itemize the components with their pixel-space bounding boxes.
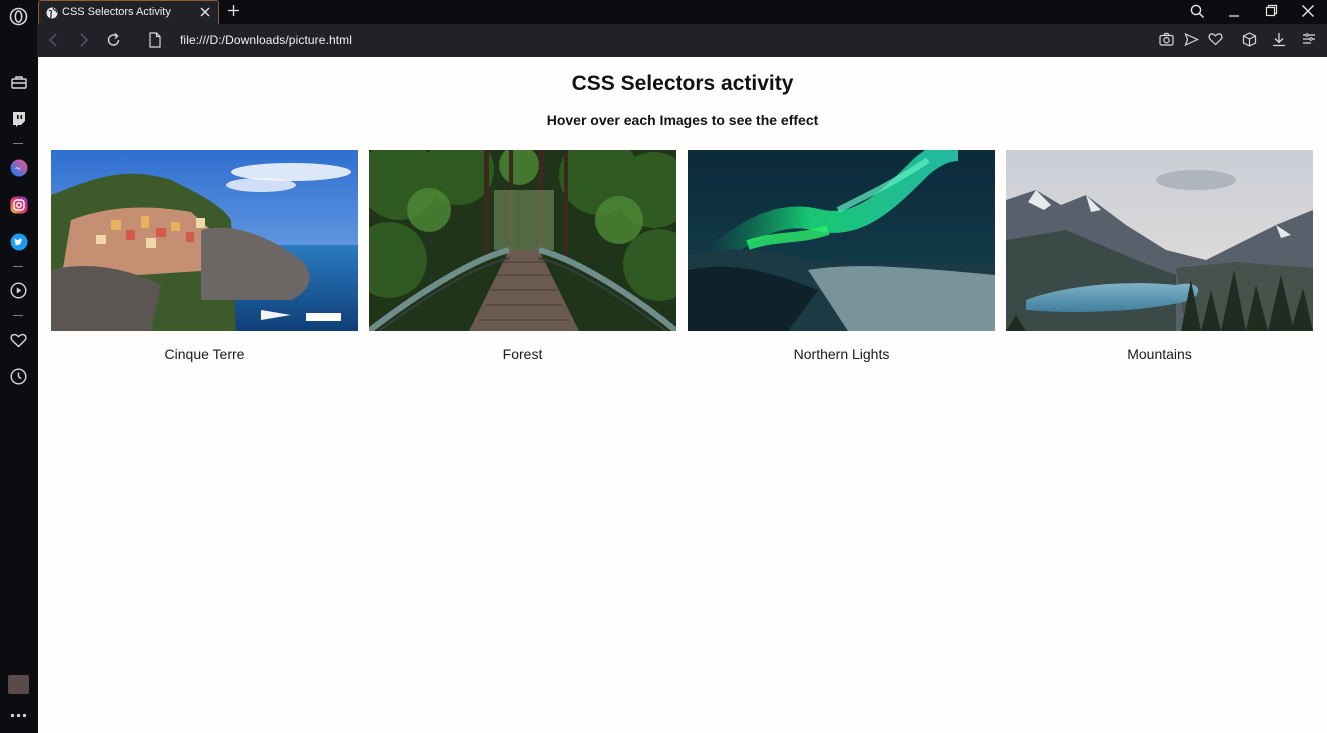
- minimize-icon[interactable]: [1228, 4, 1240, 23]
- gallery-card-cinque-terre[interactable]: Cinque Terre: [51, 150, 358, 362]
- close-window-icon[interactable]: [1301, 4, 1315, 23]
- cinque-terre-image[interactable]: [51, 150, 358, 331]
- northern-lights-image[interactable]: [688, 150, 995, 331]
- extension-icon[interactable]: [8, 674, 29, 695]
- snapshot-icon[interactable]: [1159, 32, 1174, 52]
- image-caption: Northern Lights: [793, 346, 890, 362]
- search-tabs-icon[interactable]: [1190, 4, 1205, 24]
- browser-sidebar: [0, 0, 37, 733]
- web-page: CSS Selectors activity Hover over each I…: [38, 57, 1327, 733]
- tab-css-selectors-activity[interactable]: CSS Selectors Activity: [38, 0, 219, 24]
- download-icon[interactable]: [1272, 32, 1286, 52]
- back-icon[interactable]: [47, 32, 61, 53]
- gallery-card-northern-lights[interactable]: Northern Lights: [688, 150, 995, 362]
- history-icon[interactable]: [9, 367, 28, 386]
- forward-icon[interactable]: [76, 32, 90, 53]
- new-tab-icon[interactable]: [227, 4, 240, 22]
- menu-icon[interactable]: [1302, 32, 1316, 51]
- gallery-card-forest[interactable]: Forest: [369, 150, 676, 362]
- player-icon[interactable]: [9, 281, 28, 300]
- cube-icon[interactable]: [1242, 32, 1257, 52]
- more-icon[interactable]: [9, 706, 28, 725]
- gallery-card-mountains[interactable]: Mountains: [1006, 150, 1313, 362]
- image-gallery: Cinque Terre Forest Northern Lights Moun…: [51, 150, 1313, 370]
- image-caption: Forest: [502, 346, 543, 362]
- image-caption: Mountains: [1127, 346, 1192, 362]
- briefcase-icon[interactable]: [9, 72, 28, 91]
- image-caption: Cinque Terre: [164, 346, 245, 362]
- tab-title: CSS Selectors Activity: [62, 6, 171, 18]
- instagram-icon[interactable]: [9, 195, 28, 214]
- opera-logo-icon[interactable]: [9, 7, 28, 26]
- forest-image[interactable]: [369, 150, 676, 331]
- tab-bar: CSS Selectors Activity: [37, 0, 1327, 24]
- twitch-icon[interactable]: [9, 109, 28, 128]
- globe-icon: [46, 6, 58, 24]
- tab-close-icon[interactable]: [198, 5, 212, 24]
- heart-icon[interactable]: [9, 331, 28, 350]
- send-icon[interactable]: [1184, 32, 1199, 52]
- page-info-icon[interactable]: [149, 32, 161, 53]
- bookmark-heart-icon[interactable]: [1208, 32, 1223, 51]
- mountains-image[interactable]: [1006, 150, 1313, 331]
- address-toolbar: file:///D:/Downloads/picture.html: [37, 24, 1327, 57]
- address-bar[interactable]: file:///D:/Downloads/picture.html: [180, 33, 352, 47]
- reload-icon[interactable]: [106, 32, 121, 53]
- twitter-icon[interactable]: [9, 232, 28, 251]
- restore-icon[interactable]: [1265, 4, 1278, 22]
- page-title: CSS Selectors activity: [571, 72, 794, 95]
- page-subtitle: Hover over each Images to see the effect: [546, 112, 819, 128]
- messenger-icon[interactable]: [9, 158, 28, 177]
